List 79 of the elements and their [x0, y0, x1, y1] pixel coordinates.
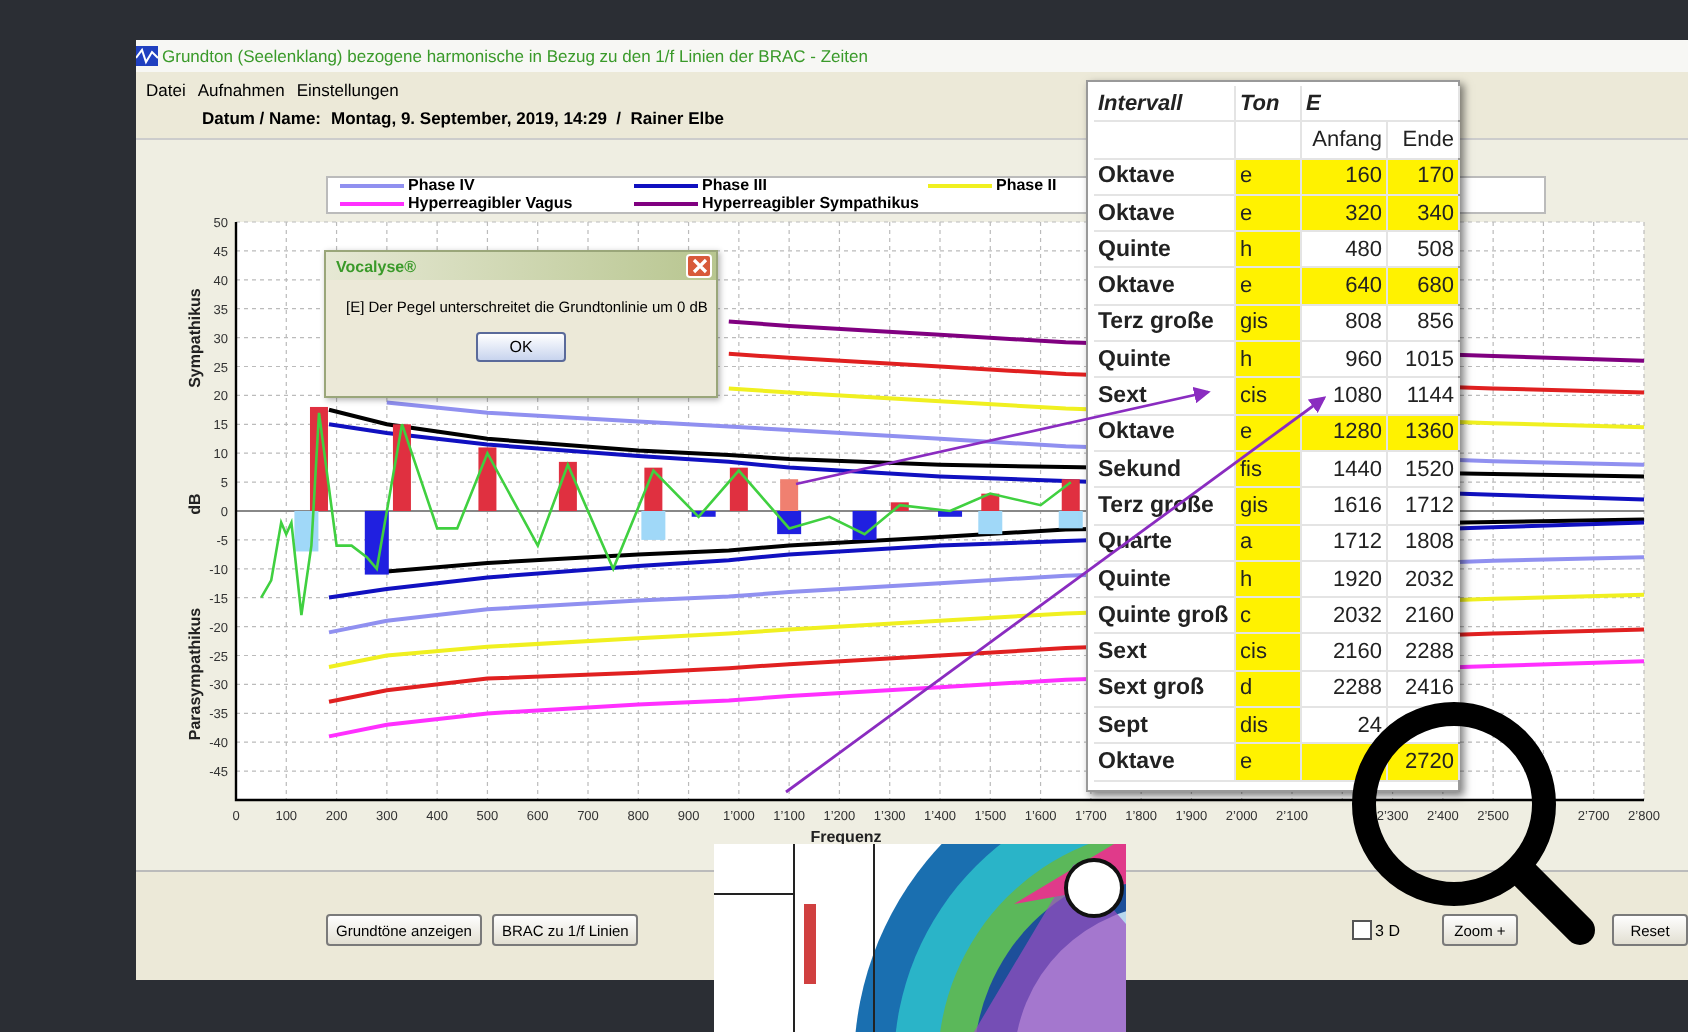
table-cell: 170 — [1388, 159, 1460, 194]
window-title: Grundton (Seelenklang) bezogene harmonische in Bezug zu den 1/f Linien der BRAC - Zeiten — [162, 46, 868, 66]
table-cell: 1920 — [1302, 561, 1388, 597]
table-cell: 2288 — [1388, 634, 1460, 670]
y-axis-title: dB — [186, 493, 204, 515]
table-cell: 1440 — [1302, 451, 1388, 487]
table-cell: a — [1236, 525, 1302, 560]
table-cell: dis — [1236, 708, 1302, 743]
table-cell: gis — [1236, 488, 1302, 524]
dialog-title: Vocalyse® — [336, 257, 416, 275]
table-cell: 2720 — [1388, 744, 1460, 780]
table-cell: 1015 — [1388, 342, 1460, 377]
table-cell: 960 — [1302, 342, 1388, 377]
table-cell: 480 — [1302, 232, 1388, 267]
table-cell: e — [1236, 159, 1302, 194]
table-cell: 2160 — [1388, 598, 1460, 633]
close-button[interactable] — [686, 254, 712, 278]
checkbox-label: 3 D — [1375, 921, 1400, 939]
table-cell: h — [1236, 232, 1302, 267]
column-header: Ende — [1388, 122, 1460, 158]
table-cell: 808 — [1302, 305, 1388, 341]
menu-item[interactable]: Datei — [146, 80, 186, 100]
chart-bar — [938, 511, 963, 517]
table-cell: e — [1236, 195, 1302, 231]
table-cell: 2032 — [1302, 598, 1388, 633]
table-cell: 1712 — [1388, 488, 1460, 524]
table-cell: 2288 — [1302, 671, 1388, 707]
table-cell: 160 — [1302, 159, 1388, 194]
table-cell: 340 — [1388, 195, 1460, 231]
table-cell: 2160 — [1302, 634, 1388, 670]
table-cell: e — [1236, 744, 1302, 780]
y-axis-side-label: Sympathikus — [186, 288, 204, 388]
table-cell: 1144 — [1388, 378, 1460, 414]
legend-label: Phase IV — [408, 178, 475, 195]
header-label: Datum / Name: — [202, 108, 322, 128]
table-cell: 1808 — [1388, 525, 1460, 560]
legend-label: Phase III — [702, 178, 767, 195]
legend-label: Hyperreagibler Vagus — [408, 195, 573, 212]
ok-button[interactable]: OK — [476, 332, 566, 362]
table-cell: gis — [1236, 305, 1302, 341]
x-axis-title: Frequenz — [810, 828, 882, 846]
column-header: Ton — [1236, 86, 1302, 121]
table-cell: 2032 — [1388, 561, 1460, 597]
table-cell: fis — [1236, 451, 1302, 487]
table-cell: 1280 — [1302, 415, 1388, 450]
header-value: Montag, 9. September, 2019, 14:29 / Rainer Elbe — [331, 108, 725, 128]
table-cell: 24 — [1302, 708, 1388, 743]
table-cell: 2416 — [1388, 671, 1460, 707]
menu-item[interactable]: Einstellungen — [296, 80, 399, 100]
table-cell: 856 — [1388, 305, 1460, 341]
legend-label: Hyperreagibler Sympathikus — [702, 195, 919, 212]
table-cell: 1080 — [1302, 378, 1388, 414]
chart-bar — [691, 511, 716, 517]
table-cell: 1360 — [1388, 415, 1460, 450]
table-cell: cis — [1236, 634, 1302, 670]
table-cell: c — [1236, 598, 1302, 633]
table-cell: d — [1236, 671, 1302, 707]
table-cell: e — [1236, 268, 1302, 304]
table-cell: 508 — [1388, 232, 1460, 267]
chart-bar — [478, 447, 497, 511]
column-header: Anfang — [1302, 122, 1388, 158]
table-cell: 640 — [1302, 268, 1388, 304]
y-axis-side-label: Parasympathikus — [186, 607, 204, 741]
table-cell: 1712 — [1302, 525, 1388, 560]
chart-bar — [978, 511, 1003, 535]
table-cell: cis — [1236, 378, 1302, 414]
column-header: Intervall — [1094, 86, 1236, 121]
table-cell: h — [1236, 342, 1302, 377]
chart-bar — [890, 502, 909, 511]
table-cell: h — [1236, 561, 1302, 597]
column-header: E — [1302, 86, 1460, 121]
table-cell: 680 — [1388, 268, 1460, 304]
legend-label: Phase II — [996, 178, 1057, 195]
table-cell: 320 — [1302, 195, 1388, 231]
menu-item[interactable]: Aufnahmen — [197, 80, 285, 100]
checkbox[interactable] — [1351, 920, 1372, 940]
table-cell: 1616 — [1302, 488, 1388, 524]
table-cell: 1520 — [1388, 451, 1460, 487]
chart-bar — [780, 479, 799, 511]
